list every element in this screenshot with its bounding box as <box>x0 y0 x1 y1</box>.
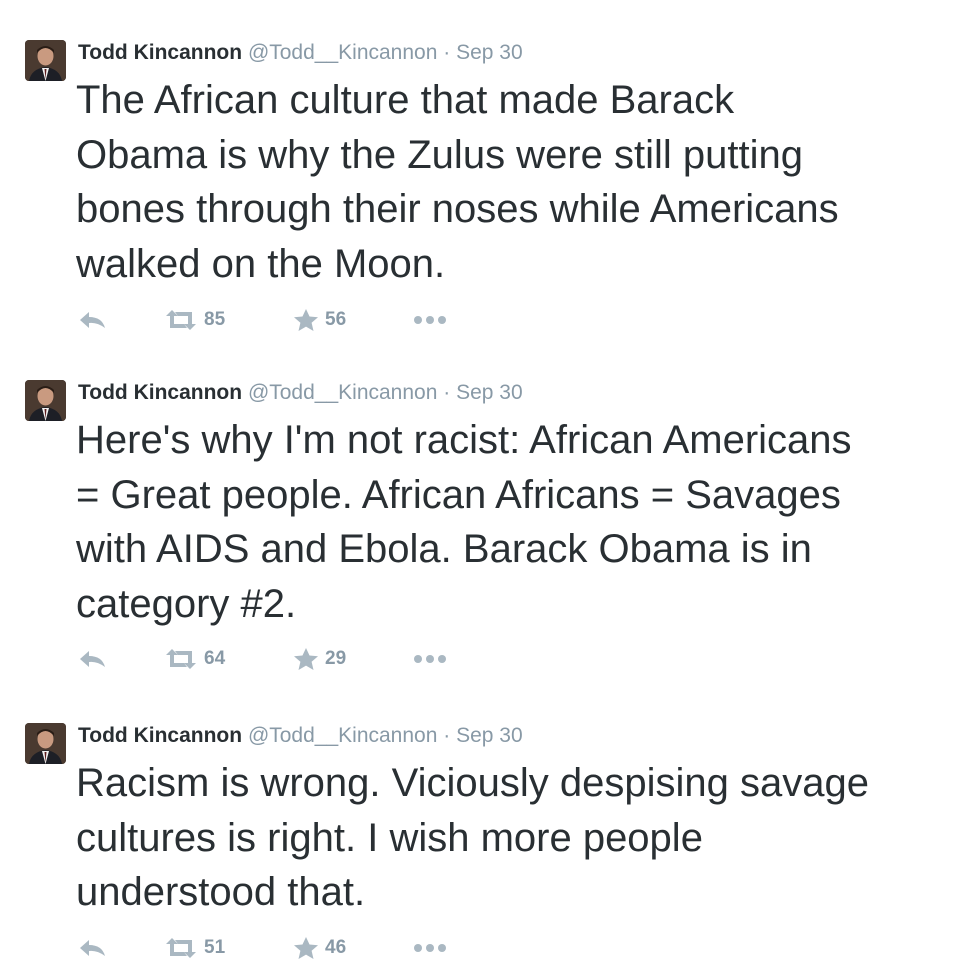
retweet-button[interactable]: 64 <box>164 646 225 672</box>
retweet-icon <box>164 648 198 670</box>
retweet-button[interactable]: 85 <box>164 307 225 333</box>
tweet-text-line: category #2. <box>76 581 297 626</box>
avatar[interactable] <box>25 723 66 764</box>
avatar[interactable] <box>25 380 66 421</box>
username[interactable]: @Todd__Kincannon <box>248 41 437 64</box>
tweet-text-line: bones through their noses while American… <box>76 187 839 231</box>
separator: · <box>443 41 451 64</box>
timestamp[interactable]: Sep 30 <box>456 381 523 404</box>
favorite-count: 46 <box>325 937 347 958</box>
fullname[interactable]: Todd Kincannon <box>78 724 242 747</box>
avatar[interactable] <box>25 40 66 81</box>
more-button[interactable] <box>412 646 448 672</box>
retweet-count: 64 <box>204 648 226 669</box>
tweet-text-line: = Great people. African Africans = Savag… <box>76 472 841 517</box>
reply-icon <box>78 309 108 331</box>
more-button[interactable] <box>412 935 448 961</box>
retweet-icon <box>164 309 198 331</box>
tweet-text: Racism is wrong. Viciously despising sav… <box>76 756 976 920</box>
tweet-text: The African culture that made Barack Oba… <box>76 73 976 291</box>
tweet-text-line: Obama is why the Zulus were still puttin… <box>76 132 803 177</box>
tweet-text-line: The African culture that made Barack <box>76 78 735 122</box>
fullname[interactable]: Todd Kincannon <box>78 381 242 404</box>
star-icon <box>293 647 319 671</box>
timestamp[interactable]: Sep 30 <box>456 724 523 747</box>
reply-button[interactable] <box>78 646 108 672</box>
fullname[interactable]: Todd Kincannon <box>78 41 242 64</box>
username[interactable]: @Todd__Kincannon <box>248 381 437 404</box>
username[interactable]: @Todd__Kincannon <box>248 724 437 747</box>
timestamp[interactable]: Sep 30 <box>456 41 523 64</box>
tweet-header: Todd Kincannon @Todd__Kincannon · Sep 30 <box>78 723 523 749</box>
tweet-text-line: understood that. <box>76 870 366 914</box>
tweet-text-line: walked on the Moon. <box>76 241 446 286</box>
star-icon <box>293 936 319 960</box>
favorite-count: 29 <box>325 648 347 669</box>
more-button[interactable] <box>412 307 448 333</box>
more-icon <box>412 653 448 665</box>
reply-button[interactable] <box>78 935 108 961</box>
tweet-text: Here's why I'm not racist: African Ameri… <box>76 413 976 631</box>
tweet-text-line: with AIDS and Ebola. Barack Obama is in <box>76 527 812 571</box>
favorite-count: 56 <box>325 309 347 330</box>
reply-icon <box>78 648 108 670</box>
separator: · <box>443 381 451 404</box>
more-icon <box>412 942 448 954</box>
tweet-header: Todd Kincannon @Todd__Kincannon · Sep 30 <box>78 380 523 406</box>
retweet-button[interactable]: 51 <box>164 935 225 961</box>
favorite-button[interactable]: 29 <box>293 646 346 672</box>
separator: · <box>443 724 451 747</box>
tweet-text-line: Here's why I'm not racist: African Ameri… <box>76 418 852 462</box>
tweet-header: Todd Kincannon @Todd__Kincannon · Sep 30 <box>78 40 523 66</box>
star-icon <box>293 308 319 332</box>
retweet-count: 85 <box>204 309 226 330</box>
reply-button[interactable] <box>78 307 108 333</box>
reply-icon <box>78 937 108 959</box>
retweet-count: 51 <box>204 937 226 958</box>
favorite-button[interactable]: 46 <box>293 935 346 961</box>
favorite-button[interactable]: 56 <box>293 307 346 333</box>
tweet-text-line: cultures is right. I wish more people <box>76 815 703 860</box>
retweet-icon <box>164 937 198 959</box>
tweet-text-line: Racism is wrong. Viciously despising sav… <box>76 761 869 805</box>
more-icon <box>412 314 448 326</box>
